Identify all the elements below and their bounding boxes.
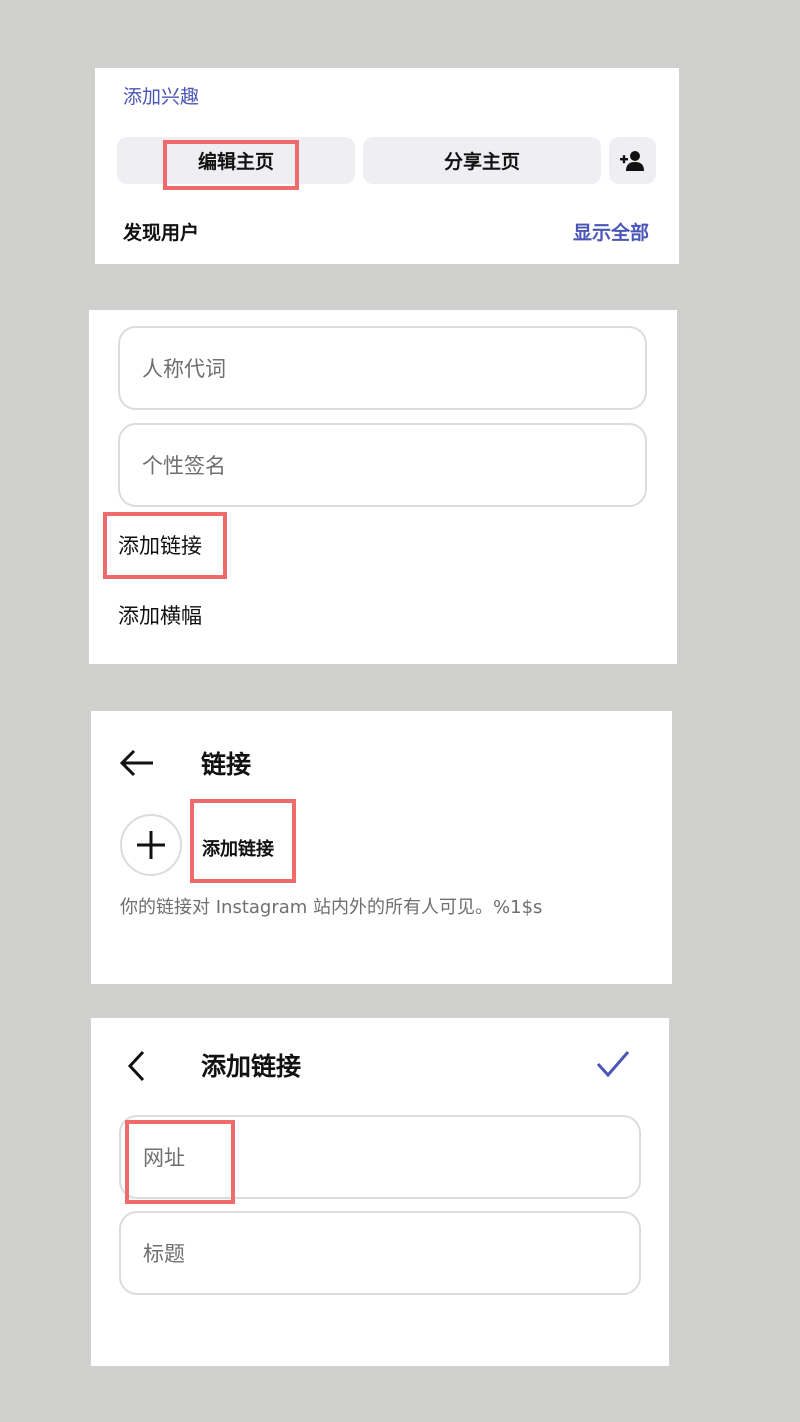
- page-title: 添加链接: [201, 1052, 302, 1081]
- page-title: 链接: [201, 750, 252, 779]
- add-banner-item[interactable]: 添加横幅: [118, 600, 202, 630]
- plus-icon: [137, 831, 165, 859]
- add-link-circle-button[interactable]: [120, 814, 182, 876]
- person-add-icon: [619, 150, 644, 171]
- title-field[interactable]: 标题: [119, 1211, 641, 1295]
- pronouns-placeholder: 人称代词: [142, 357, 226, 381]
- add-link-item[interactable]: 添加链接: [118, 530, 202, 560]
- pronouns-field[interactable]: 人称代词: [118, 326, 647, 410]
- arrow-left-icon[interactable]: [119, 747, 155, 779]
- share-profile-button[interactable]: 分享主页: [363, 137, 601, 184]
- bio-placeholder: 个性签名: [142, 454, 226, 478]
- url-field[interactable]: 网址: [119, 1115, 641, 1199]
- add-link-label[interactable]: 添加链接: [202, 835, 274, 861]
- bio-field[interactable]: 个性签名: [118, 423, 647, 507]
- links-panel: 链接 添加链接 你的链接对 Instagram 站内外的所有人可见。%1$s: [91, 711, 672, 984]
- links-description: 你的链接对 Instagram 站内外的所有人可见。%1$s: [120, 897, 543, 918]
- show-all-link[interactable]: 显示全部: [573, 218, 649, 245]
- title-placeholder: 标题: [143, 1242, 185, 1266]
- share-profile-label: 分享主页: [443, 151, 520, 173]
- url-placeholder: 网址: [143, 1146, 185, 1170]
- check-icon[interactable]: [595, 1048, 631, 1080]
- edit-profile-label: 编辑主页: [197, 151, 274, 173]
- add-user-button[interactable]: [609, 137, 656, 184]
- chevron-left-icon[interactable]: [125, 1048, 149, 1084]
- discover-people-heading: 发现用户: [123, 222, 200, 244]
- edit-profile-button[interactable]: 编辑主页: [117, 137, 355, 184]
- edit-profile-panel: 人称代词 个性签名 添加链接 添加横幅: [89, 310, 677, 664]
- profile-actions-panel: 添加兴趣 编辑主页 分享主页 发现用户 显示全部: [95, 68, 679, 264]
- add-interests-link[interactable]: 添加兴趣: [123, 82, 199, 109]
- add-link-panel: 添加链接 网址 标题: [91, 1018, 669, 1366]
